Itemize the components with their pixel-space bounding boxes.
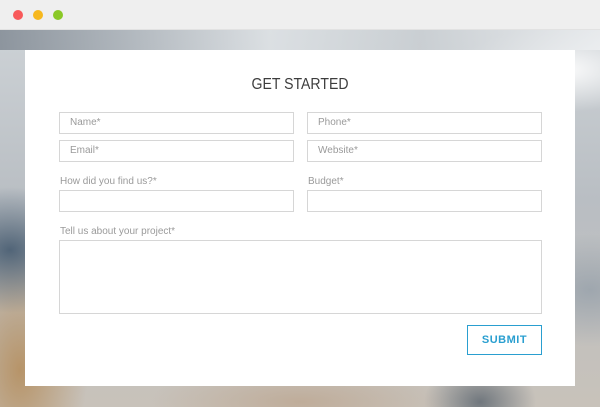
background-ceiling [0,30,600,50]
form-title: GET STARTED [251,76,349,93]
project-label: Tell us about your project* [60,226,176,237]
budget-field[interactable] [307,190,542,212]
submit-button[interactable]: SUBMIT [467,325,542,355]
get-started-form: GET STARTED Name* Phone* Email* Website*… [25,50,575,386]
find-us-field[interactable] [59,190,294,212]
find-us-label: How did you find us?* [60,176,157,187]
window-titlebar [0,0,600,30]
email-field[interactable]: Email* [59,140,294,162]
maximize-window-icon[interactable] [53,10,63,20]
close-window-icon[interactable] [13,10,23,20]
minimize-window-icon[interactable] [33,10,43,20]
project-textarea[interactable] [59,240,542,314]
website-field[interactable]: Website* [307,140,542,162]
phone-field[interactable]: Phone* [307,112,542,134]
budget-label: Budget* [308,176,344,187]
name-field[interactable]: Name* [59,112,294,134]
